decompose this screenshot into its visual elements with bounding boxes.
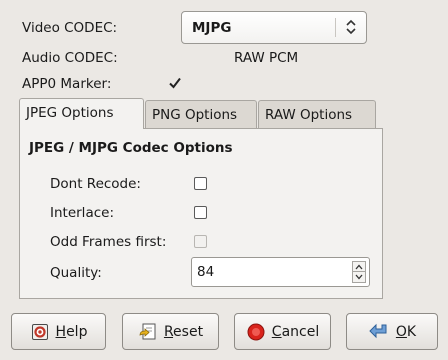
chevron-down-icon [355,274,363,280]
help-button[interactable]: Help [11,313,106,350]
ok-icon [368,322,390,342]
panel-title: JPEG / MJPG Codec Options [29,140,233,156]
tab-jpeg-options[interactable]: JPEG Options [19,98,144,129]
cancel-button[interactable]: Cancel [234,313,331,350]
combo-separator [335,18,336,37]
spin-down-button[interactable] [352,272,366,283]
up-down-arrows-icon [345,19,357,39]
odd-frames-first-label: Odd Frames first: [50,234,167,250]
odd-frames-first-checkbox[interactable] [194,235,207,248]
dont-recode-checkbox[interactable] [194,177,207,190]
video-codec-select[interactable]: MJPG [181,11,367,44]
tab-png-options[interactable]: PNG Options [145,100,257,129]
cancel-icon [246,322,266,342]
video-codec-value: MJPG [192,20,232,36]
ok-button[interactable]: OK [346,313,438,350]
quality-spinbox[interactable]: 84 [191,257,370,287]
checkmark-icon [169,77,181,89]
tab-raw-options[interactable]: RAW Options [258,100,376,129]
cancel-label: Cancel [271,323,320,340]
app0-marker-checkbox[interactable] [168,76,182,94]
audio-codec-label: Audio CODEC: [22,50,118,66]
interlace-label: Interlace: [50,205,114,221]
reset-label: Reset [163,323,204,340]
quality-label: Quality: [50,265,102,281]
spin-up-button[interactable] [352,261,366,272]
help-label: Help [55,323,88,340]
dont-recode-label: Dont Recode: [50,176,141,192]
video-codec-label: Video CODEC: [22,20,118,36]
app0-marker-label: APP0 Marker: [22,76,112,92]
reset-icon [138,322,158,342]
ok-label: OK [395,323,417,340]
reset-button[interactable]: Reset [122,313,219,350]
chevron-up-icon [355,264,363,269]
quality-value: 84 [197,264,215,280]
help-icon [30,322,50,342]
interlace-checkbox[interactable] [194,206,207,219]
audio-codec-value: RAW PCM [234,50,299,66]
